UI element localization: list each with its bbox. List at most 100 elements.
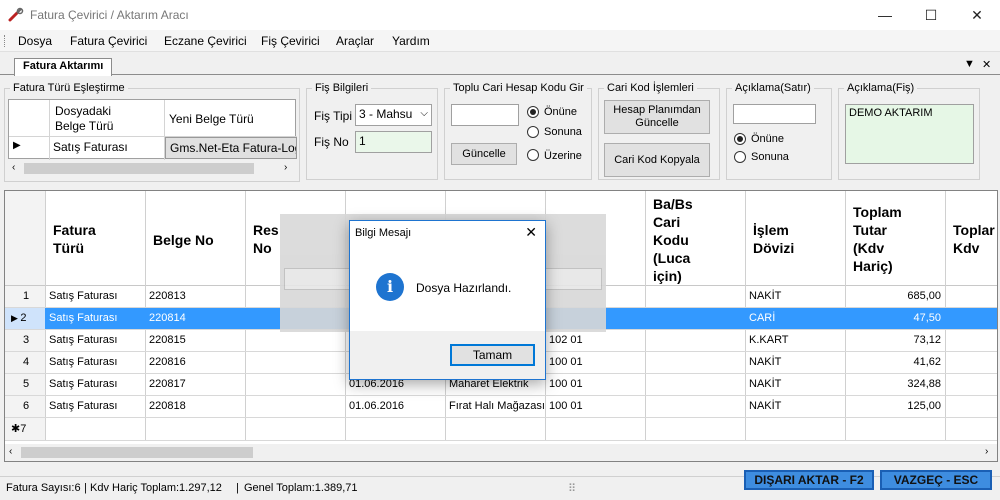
menu-fis-cevirici[interactable]: Fiş Çevirici — [261, 34, 320, 48]
cell-toplam-tutar[interactable]: 125,00 — [845, 400, 941, 412]
grid-scroll-thumb[interactable] — [21, 447, 253, 458]
row-number: 2 — [20, 312, 27, 324]
cell-belge-no[interactable]: 220817 — [149, 378, 186, 390]
close-icon[interactable]: ✕ — [954, 0, 1000, 30]
grid-scroll-left-icon[interactable]: ‹ — [9, 446, 12, 457]
fis-tip-label: Fiş Tipi — [314, 109, 353, 123]
cell-belge-no[interactable]: 220816 — [149, 356, 186, 368]
tab-dropdown-icon[interactable]: ▼ — [964, 58, 975, 70]
dialog-ok-button[interactable]: Tamam — [450, 344, 535, 366]
cell-islem-dovizi[interactable]: CARİ — [749, 312, 775, 324]
menu-eczane-cevirici[interactable]: Eczane Çevirici — [164, 34, 247, 48]
cell-belge-no[interactable]: 220814 — [149, 312, 186, 324]
cell-islem-dovizi[interactable]: NAKİT — [749, 378, 781, 390]
cell-toplam-tutar[interactable]: 685,00 — [845, 290, 941, 302]
dialog-close-icon[interactable]: ✕ — [525, 224, 537, 241]
grid-hscroll[interactable]: ‹ › — [5, 444, 997, 461]
row-header[interactable]: 4 — [5, 352, 45, 373]
cell-fatura-turu[interactable]: Satış Faturası — [49, 378, 117, 390]
status-genel-toplam: Genel Toplam:1.389,71 — [244, 482, 358, 494]
fis-tip-select[interactable]: 3 - Mahsu ⌵ — [355, 104, 432, 126]
toplu-radio-onune[interactable] — [527, 106, 539, 118]
fis-no-input[interactable]: 1 — [355, 131, 432, 153]
cari-kod-kopyala-button[interactable]: Cari Kod Kopyala — [604, 143, 710, 177]
maximize-icon[interactable]: ☐ — [908, 0, 954, 30]
mapping-hscroll[interactable]: ‹ › — [8, 160, 296, 177]
aciklama-fis-textarea[interactable]: DEMO AKTARIM — [845, 104, 974, 164]
cell-tarih[interactable]: 01.06.2016 — [349, 400, 404, 412]
cell-fatura-turu[interactable]: Satış Faturası — [49, 356, 117, 368]
toplu-kod-input[interactable] — [451, 104, 519, 126]
grid-scroll-right-icon[interactable]: › — [985, 446, 988, 457]
scroll-thumb[interactable] — [24, 163, 254, 174]
dialog-footer: Tamam — [350, 331, 545, 379]
toplu-radio-uzerine[interactable] — [527, 149, 539, 161]
cell-cari-kodu[interactable]: 102 01 — [549, 334, 583, 346]
cell-belge-no[interactable]: 220813 — [149, 290, 186, 302]
vazgec-button[interactable]: VAZGEÇ - ESC — [880, 470, 992, 490]
header-toplam-tutar[interactable]: Toplam Tutar (Kdv Hariç) — [853, 203, 902, 275]
cell-toplam-tutar[interactable]: 47,50 — [845, 312, 941, 324]
row-header[interactable]: 6 — [5, 396, 45, 417]
cell-cari-kodu[interactable]: 100 01 — [549, 378, 583, 390]
cell-toplam-tutar[interactable]: 324,88 — [845, 378, 941, 390]
status-kdv-haric: Kdv Hariç Toplam:1.297,12 — [90, 482, 222, 494]
menu-fatura-cevirici[interactable]: Fatura Çevirici — [70, 34, 147, 48]
table-row[interactable]: 6 Satış Faturası 220818 01.06.2016 Fırat Hal… — [5, 396, 997, 418]
toplu-radio-onune-label: Önüne — [544, 106, 578, 118]
info-dialog: Bilgi Mesajı ✕ i Dosya Hazırlandı. Tamam — [349, 220, 546, 380]
row-header[interactable]: 1 — [5, 286, 45, 307]
row-header[interactable]: ▶ 2 — [5, 308, 45, 329]
cell-islem-dovizi[interactable]: NAKİT — [749, 290, 781, 302]
cell-unvan[interactable]: Fırat Halı Mağazası — [449, 400, 545, 412]
header-toplam-kdv[interactable]: Toplar Kdv — [953, 221, 995, 257]
mapping-row-source: Satış Faturası — [53, 140, 128, 154]
cell-fatura-turu[interactable]: Satış Faturası — [49, 400, 117, 412]
tools-icon — [8, 7, 24, 22]
hesap-planindan-guncelle-button[interactable]: Hesap Planımdan Güncelle — [604, 100, 710, 134]
new-row-marker[interactable]: ✱7 — [5, 418, 45, 440]
scroll-left-icon[interactable]: ‹ — [12, 162, 15, 173]
cell-fatura-turu[interactable]: Satış Faturası — [49, 334, 117, 346]
cell-belge-no[interactable]: 220818 — [149, 400, 186, 412]
title-bar: Fatura Çevirici / Aktarım Aracı — ☐ ✕ — [0, 0, 1000, 30]
toplu-radio-sonuna[interactable] — [527, 126, 539, 138]
cell-fatura-turu[interactable]: Satış Faturası — [49, 290, 117, 302]
toplu-radio-uzerine-label: Üzerine — [544, 150, 582, 162]
header-belge-no[interactable]: Belge No — [153, 231, 214, 249]
cell-toplam-tutar[interactable]: 41,62 — [845, 356, 941, 368]
cell-islem-dovizi[interactable]: NAKİT — [749, 356, 781, 368]
scroll-right-icon[interactable]: › — [284, 162, 287, 173]
disari-aktar-button[interactable]: DIŞARI AKTAR - F2 — [744, 470, 874, 490]
menu-yardim[interactable]: Yardım — [392, 34, 430, 48]
minimize-icon[interactable]: — — [862, 0, 908, 30]
cell-cari-kodu[interactable]: 100 01 — [549, 356, 583, 368]
tab-close-icon[interactable]: ✕ — [982, 58, 991, 71]
aciklama-satir-input[interactable] — [733, 104, 816, 124]
menu-dosya[interactable]: Dosya — [18, 34, 52, 48]
tab-fatura-aktarimi[interactable]: Fatura Aktarımı — [14, 58, 113, 76]
cell-cari-kodu[interactable]: 100 01 — [549, 400, 583, 412]
cell-belge-no[interactable]: 220815 — [149, 334, 186, 346]
row-header[interactable]: 5 — [5, 374, 45, 395]
row-pointer-icon: ▶ — [13, 140, 21, 151]
cell-islem-dovizi[interactable]: NAKİT — [749, 400, 781, 412]
cell-islem-dovizi[interactable]: K.KART — [749, 334, 789, 346]
aciklama-radio-sonuna[interactable] — [734, 151, 746, 163]
header-res-no[interactable]: Res No — [253, 221, 279, 257]
aciklama-fis-title: Açıklama(Fiş) — [844, 82, 918, 94]
cell-toplam-tutar[interactable]: 73,12 — [845, 334, 941, 346]
header-babs-cari-kodu[interactable]: Ba/Bs Cari Kodu (Luca için) — [653, 195, 693, 285]
fis-group-title: Fiş Bilgileri — [312, 82, 372, 94]
aciklama-radio-onune[interactable] — [734, 133, 746, 145]
status-fatura-sayisi: Fatura Sayısı:6 — [6, 482, 81, 494]
header-islem-dovizi[interactable]: İşlem Dövizi — [753, 221, 795, 257]
row-header[interactable]: 3 — [5, 330, 45, 351]
menu-araclar[interactable]: Araçlar — [336, 34, 374, 48]
header-fatura-turu[interactable]: Fatura Türü — [53, 221, 96, 257]
cell-fatura-turu[interactable]: Satış Faturası — [49, 312, 117, 324]
grid-corner — [5, 191, 45, 285]
mapping-row-target[interactable]: Gms.Net-Eta Fatura-Log — [165, 137, 297, 159]
guncelle-button[interactable]: Güncelle — [451, 143, 517, 165]
info-icon: i — [376, 273, 404, 301]
